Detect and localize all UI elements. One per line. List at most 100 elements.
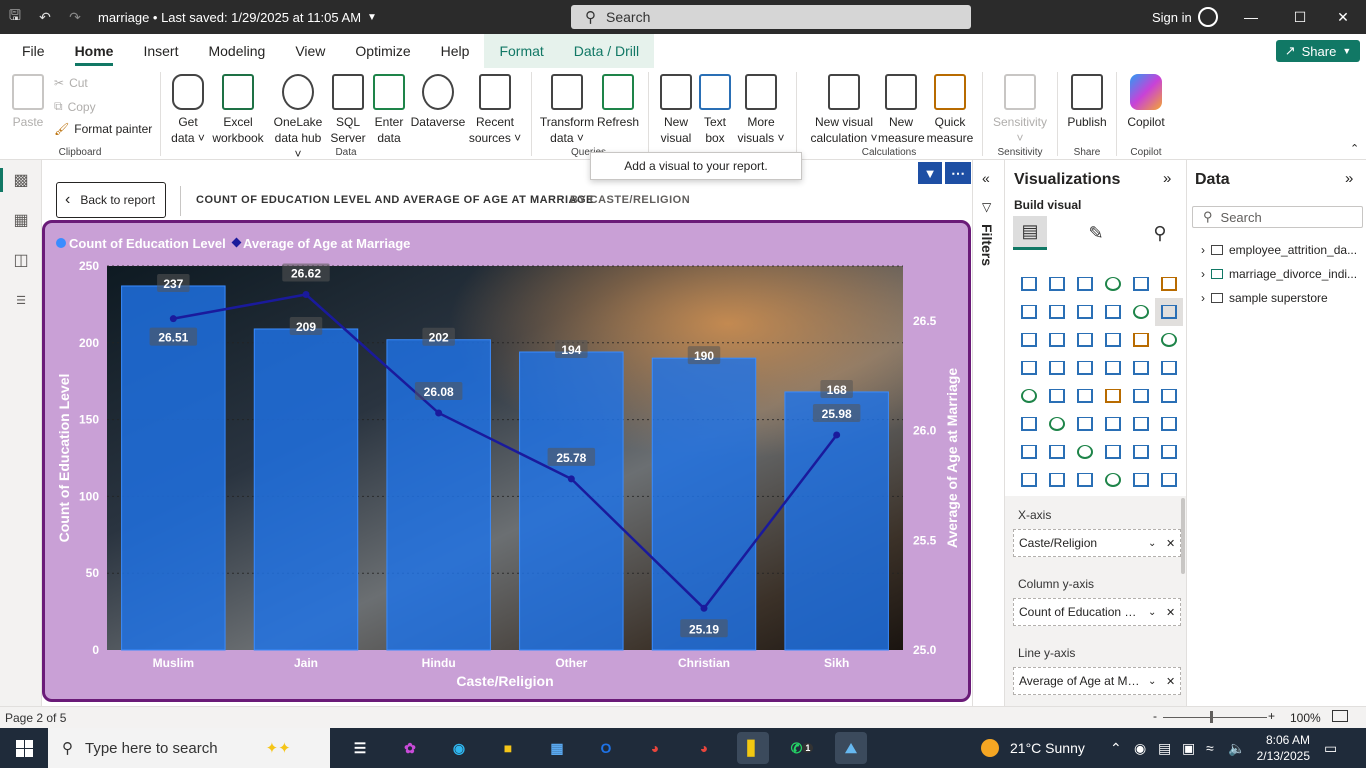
dataverse-button[interactable]: Dataverse bbox=[410, 74, 466, 130]
filters-pane[interactable]: « ▽ Filters bbox=[972, 160, 1004, 706]
visual-type-icon[interactable] bbox=[1099, 438, 1127, 466]
visual-type-icon[interactable] bbox=[1015, 326, 1043, 354]
visual-type-icon[interactable] bbox=[1043, 382, 1071, 410]
report-view-icon[interactable]: ▩ bbox=[0, 160, 42, 200]
tab-insert[interactable]: Insert bbox=[128, 34, 193, 68]
x-axis-field[interactable]: Caste/Religion ⌄ ✕ bbox=[1013, 529, 1181, 557]
more-visuals-button[interactable]: More visuals ˅ bbox=[736, 74, 786, 146]
dax-query-icon[interactable]: ☰ bbox=[0, 280, 42, 320]
back-to-report-button[interactable]: ‹ Back to report bbox=[56, 182, 166, 218]
visual-type-icon[interactable] bbox=[1155, 298, 1183, 326]
new-measure-button[interactable]: New measure bbox=[878, 74, 925, 146]
maximize-icon[interactable]: ☐ bbox=[1277, 0, 1323, 34]
visual-type-icon[interactable] bbox=[1099, 410, 1127, 438]
zoom-out-icon[interactable]: - bbox=[1153, 709, 1157, 723]
visual-type-icon[interactable] bbox=[1071, 466, 1099, 494]
build-visual-tab[interactable]: ▤ bbox=[1013, 216, 1047, 250]
visual-type-icon[interactable] bbox=[1043, 298, 1071, 326]
visual-type-icon[interactable] bbox=[1099, 298, 1127, 326]
visual-type-icon[interactable] bbox=[1127, 270, 1155, 298]
chevron-up-icon[interactable]: ⌃ bbox=[1350, 142, 1359, 155]
visual-type-icon[interactable] bbox=[1015, 382, 1043, 410]
excel-workbook-button[interactable]: Excel workbook bbox=[210, 74, 266, 146]
remove-icon[interactable]: ✕ bbox=[1166, 675, 1175, 688]
close-icon[interactable]: ✕ bbox=[1320, 0, 1366, 34]
visual-type-icon[interactable] bbox=[1015, 438, 1043, 466]
folder-icon[interactable]: ▣ bbox=[1182, 728, 1195, 768]
chevron-left-icon[interactable]: « bbox=[982, 170, 990, 186]
visual-type-icon[interactable] bbox=[1043, 326, 1071, 354]
zoom-slider-handle[interactable] bbox=[1210, 711, 1213, 723]
task-view-icon[interactable]: ☰ bbox=[344, 732, 376, 764]
visual-type-icon[interactable] bbox=[1015, 270, 1043, 298]
remove-icon[interactable]: ✕ bbox=[1166, 537, 1175, 550]
visual-type-icon[interactable] bbox=[1071, 354, 1099, 382]
chevron-right-icon[interactable]: » bbox=[1163, 170, 1171, 187]
weather-text[interactable]: 21°C Sunny bbox=[1010, 728, 1085, 768]
enter-data-button[interactable]: Enter data bbox=[370, 74, 408, 146]
visual-type-icon[interactable] bbox=[1155, 270, 1183, 298]
table-view-icon[interactable]: ▦ bbox=[0, 200, 42, 240]
tab-data-drill[interactable]: Data / Drill bbox=[558, 34, 655, 68]
visual-type-icon[interactable] bbox=[1043, 354, 1071, 382]
start-button[interactable] bbox=[0, 728, 48, 768]
visual-type-icon[interactable] bbox=[1127, 466, 1155, 494]
quick-measure-button[interactable]: Quick measure bbox=[926, 74, 974, 146]
column-y-axis-field[interactable]: Count of Education Le... ⌄ ✕ bbox=[1013, 598, 1181, 626]
tab-file[interactable]: File bbox=[0, 34, 60, 68]
format-painter-button[interactable]: 🖌 Format painter bbox=[54, 122, 152, 136]
chevron-right-icon[interactable]: › bbox=[1201, 267, 1205, 281]
save-icon[interactable]: 🖫 bbox=[0, 0, 30, 34]
visual-type-icon[interactable] bbox=[1155, 326, 1183, 354]
copilot-button[interactable]: Copilot bbox=[1122, 74, 1170, 130]
search-box[interactable]: ⚲ Search bbox=[571, 5, 971, 29]
zoom-slider[interactable] bbox=[1163, 717, 1267, 718]
notifications-icon[interactable]: ▭ bbox=[1324, 728, 1337, 768]
zoom-in-icon[interactable]: + bbox=[1268, 709, 1275, 723]
document-title[interactable]: marriage • Last saved: 1/29/2025 at 11:0… bbox=[98, 10, 361, 25]
remove-icon[interactable]: ✕ bbox=[1166, 606, 1175, 619]
get-data-button[interactable]: Get data ˅ bbox=[168, 74, 208, 146]
copilot-icon[interactable]: ✿ bbox=[394, 732, 426, 764]
undo-icon[interactable]: ↶ bbox=[30, 0, 60, 34]
redo-icon[interactable]: ↷ bbox=[60, 0, 90, 34]
tab-optimize[interactable]: Optimize bbox=[340, 34, 425, 68]
edge-icon[interactable]: ◉ bbox=[443, 732, 475, 764]
visual-type-icon[interactable] bbox=[1071, 382, 1099, 410]
power-bi-icon[interactable]: ▋ bbox=[737, 732, 769, 764]
new-visual-calculation-button[interactable]: New visual calculation ˅ bbox=[806, 74, 882, 146]
model-view-icon[interactable]: ◫ bbox=[0, 240, 42, 280]
chevron-up-icon[interactable]: ⌃ bbox=[1110, 728, 1122, 768]
whatsapp-icon[interactable]: ✆ 1 bbox=[786, 732, 818, 764]
visual-type-icon[interactable] bbox=[1043, 270, 1071, 298]
tab-modeling[interactable]: Modeling bbox=[193, 34, 280, 68]
wifi-icon[interactable]: ≈ bbox=[1206, 728, 1214, 768]
visual-type-icon[interactable] bbox=[1071, 270, 1099, 298]
copy-button[interactable]: ⧉ Copy bbox=[54, 99, 96, 114]
visual-type-icon[interactable] bbox=[1155, 466, 1183, 494]
more-options-icon[interactable]: ⋯ bbox=[945, 162, 971, 184]
screen-icon[interactable]: ▤ bbox=[1158, 728, 1171, 768]
filter-icon[interactable]: ▼ bbox=[918, 162, 942, 184]
chrome-icon[interactable]: ◕ bbox=[639, 732, 671, 764]
clock[interactable]: 8:06 AM 2/13/2025 bbox=[1256, 732, 1310, 764]
fit-to-page-icon[interactable] bbox=[1332, 710, 1348, 722]
visual-type-icon[interactable] bbox=[1071, 438, 1099, 466]
recent-sources-button[interactable]: Recent sources ˅ bbox=[468, 74, 522, 146]
chevron-down-icon[interactable]: ⌄ bbox=[1148, 538, 1156, 549]
visual-type-icon[interactable] bbox=[1127, 326, 1155, 354]
file-explorer-icon[interactable]: ■ bbox=[492, 732, 524, 764]
publish-button[interactable]: Publish bbox=[1063, 74, 1111, 130]
visual-type-icon[interactable] bbox=[1099, 270, 1127, 298]
data-search-input[interactable]: ⚲ Search bbox=[1192, 206, 1363, 228]
visual-type-icon[interactable] bbox=[1155, 382, 1183, 410]
data-table-item[interactable]: › employee_attrition_da... bbox=[1201, 243, 1357, 257]
line-y-axis-field[interactable]: Average of Age at Ma... ⌄ ✕ bbox=[1013, 667, 1181, 695]
visual-type-icon[interactable] bbox=[1015, 298, 1043, 326]
refresh-button[interactable]: Refresh bbox=[595, 74, 641, 130]
visual-type-icon[interactable] bbox=[1099, 354, 1127, 382]
paste-button[interactable]: Paste bbox=[10, 74, 46, 130]
visual-type-icon[interactable] bbox=[1015, 410, 1043, 438]
chevron-down-icon[interactable]: ⌄ bbox=[1148, 676, 1156, 687]
meet-icon[interactable]: ◉ bbox=[1134, 728, 1146, 768]
